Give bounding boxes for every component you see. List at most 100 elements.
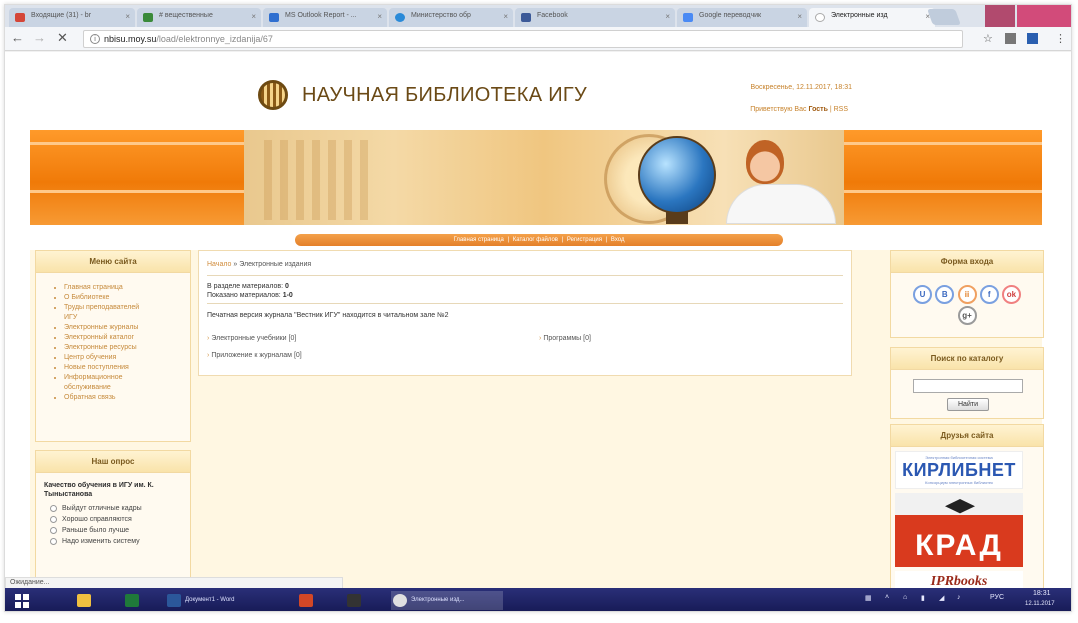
bookmark-star-icon[interactable]: ☆ <box>983 32 993 45</box>
nav-login[interactable]: Вход <box>611 237 625 243</box>
category-programs[interactable]: › Программы [0] <box>539 335 591 342</box>
tab-label: Google переводчик <box>699 12 762 19</box>
language-indicator[interactable]: РУС <box>990 594 1004 601</box>
forward-arrow-icon[interactable]: → <box>33 31 46 45</box>
menu-item-info-service-cont[interactable]: обслуживание <box>64 383 190 393</box>
clock-time[interactable]: 18:31 <box>1033 590 1051 597</box>
radio-button[interactable] <box>50 537 57 545</box>
odnoklassniki-icon[interactable]: ok <box>1001 285 1021 304</box>
menu-item-faculty-works-cont[interactable]: ИГУ <box>64 313 190 323</box>
taskbar-word[interactable]: Документ1 - Word <box>165 591 285 610</box>
mailru-icon[interactable]: ii <box>957 285 977 304</box>
greeting-prefix: Приветствую Вас <box>750 106 809 113</box>
volume-icon[interactable]: ♪ <box>957 594 961 601</box>
battery-icon[interactable]: ▮ <box>921 594 925 602</box>
browser-tab-translate[interactable]: Google переводчик × <box>677 8 807 27</box>
tab-close-icon[interactable]: × <box>797 12 802 21</box>
search-input[interactable] <box>913 379 1023 393</box>
kirlibnet-caption: Консорциум электронных библиотек <box>925 480 993 485</box>
category-label[interactable]: Приложение к журналам <box>211 352 292 359</box>
iprbooks-banner[interactable]: IPRbooks <box>895 571 1023 588</box>
menu-item-catalog[interactable]: Электронный каталог <box>64 333 190 343</box>
menu-item-learning-center[interactable]: Центр обучения <box>64 353 190 363</box>
menu-item-resources[interactable]: Электронные ресурсы <box>64 343 190 353</box>
nav-home[interactable]: Главная страница <box>454 237 504 243</box>
browser-tab-2[interactable]: # вещественные × <box>137 8 261 27</box>
keyboard-icon[interactable]: ▦ <box>865 594 872 602</box>
network-icon[interactable]: ⌂ <box>903 594 907 601</box>
poll-option-label: Надо изменить систему <box>62 538 140 545</box>
facebook-icon[interactable]: f <box>979 285 999 304</box>
back-arrow-icon[interactable]: ← <box>11 31 24 45</box>
minimize-button[interactable] <box>985 5 1015 27</box>
poll-option[interactable]: Хорошо справляются <box>36 514 190 525</box>
catalog-search-title: Поиск по каталогу <box>891 348 1043 370</box>
menu-item-info-service[interactable]: Информационное <box>64 373 190 383</box>
tab-close-icon[interactable]: × <box>251 12 256 21</box>
signal-icon[interactable]: ◢ <box>939 594 944 602</box>
nav-registration[interactable]: Регистрация <box>567 237 602 243</box>
nav-separator: | <box>561 237 564 243</box>
menu-item-faculty-works[interactable]: Труды преподавателей <box>64 303 190 313</box>
extension-icon[interactable] <box>1005 33 1016 44</box>
category-label[interactable]: Электронные учебники <box>211 335 286 342</box>
category-label[interactable]: Программы <box>543 335 581 342</box>
poll-option[interactable]: Выйдут отличные кадры <box>36 503 190 514</box>
info-icon[interactable]: i <box>90 34 100 44</box>
category-ebooks[interactable]: › Электронные учебники [0] <box>207 335 296 342</box>
catalog-search-block: Поиск по каталогу Найти <box>890 347 1044 419</box>
extension-icon[interactable] <box>1027 33 1038 44</box>
radio-button[interactable] <box>50 515 57 523</box>
poll-option[interactable]: Надо изменить систему <box>36 536 190 547</box>
clock-date[interactable]: 12.11.2017 <box>1025 601 1055 607</box>
radio-button[interactable] <box>50 526 57 534</box>
menu-item-journals[interactable]: Электронные журналы <box>64 323 190 333</box>
menu-item-home[interactable]: Главная страница <box>64 283 190 293</box>
vk-icon[interactable]: B <box>935 285 955 304</box>
google-plus-icon[interactable]: g+ <box>957 306 977 325</box>
category-count: [0] <box>583 335 591 342</box>
browser-tab-gmail[interactable]: Входящие (31) - br × <box>9 8 135 27</box>
radio-button[interactable] <box>50 504 57 512</box>
taskbar-excel[interactable] <box>123 591 149 610</box>
krad-banner[interactable]: КРАД <box>895 493 1023 567</box>
screenshot-frame: Входящие (31) - br × # вещественные × MS… <box>4 4 1072 612</box>
poll-question: Качество обучения в ИГУ им. К. Тыныстано… <box>44 482 154 498</box>
tab-close-icon[interactable]: × <box>503 12 508 21</box>
windows-start-icon[interactable] <box>15 594 29 608</box>
breadcrumb-home[interactable]: Начало <box>207 261 231 268</box>
close-window-button[interactable] <box>1017 5 1071 27</box>
tab-close-icon[interactable]: × <box>125 12 130 21</box>
rss-link[interactable]: | RSS <box>828 106 848 113</box>
taskbar-app[interactable] <box>345 591 371 610</box>
tray-chevron-icon[interactable]: ˄ <box>885 594 889 601</box>
new-tab-button[interactable] <box>927 9 961 25</box>
kirlibnet-banner[interactable]: Электронная библиотечная система КИРЛИБН… <box>895 451 1023 489</box>
menu-item-new-arrivals[interactable]: Новые поступления <box>64 363 190 373</box>
category-appendix[interactable]: › Приложение к журналам [0] <box>207 352 302 359</box>
menu-kebab-icon[interactable]: ⋮ <box>1055 32 1066 45</box>
login-form-title: Форма входа <box>891 251 1043 273</box>
powerpoint-icon <box>299 594 313 607</box>
tab-close-icon[interactable]: × <box>377 12 382 21</box>
breadcrumb: Начало » Электронные издания <box>207 261 311 268</box>
ucoz-icon[interactable]: U <box>913 285 933 304</box>
browser-tab-active[interactable]: Электронные изд × <box>809 8 935 27</box>
poll-option[interactable]: Раньше было лучше <box>36 525 190 536</box>
search-button[interactable]: Найти <box>947 398 989 411</box>
tab-close-icon[interactable]: × <box>665 12 670 21</box>
taskbar-powerpoint[interactable] <box>297 591 323 610</box>
nav-file-catalog[interactable]: Каталог файлов <box>513 237 558 243</box>
menu-item-feedback[interactable]: Обратная связь <box>64 393 190 403</box>
browser-tab-4[interactable]: Министерство обр × <box>389 8 513 27</box>
taskbar-chrome[interactable]: Электронные изд... <box>391 591 503 610</box>
browser-tab-3[interactable]: MS Outlook Report - ... × <box>263 8 387 27</box>
taskbar-explorer[interactable] <box>75 591 101 610</box>
menu-item-about[interactable]: О Библиотеке <box>64 293 190 303</box>
url-path: /load/elektronnye_izdanija/67 <box>156 34 273 44</box>
nav-separator: | <box>605 237 608 243</box>
browser-tab-facebook[interactable]: Facebook × <box>515 8 675 27</box>
stop-icon[interactable]: ✕ <box>57 31 68 45</box>
url-bar[interactable]: i nbisu.moy.su/load/elektronnye_izdanija… <box>83 30 963 48</box>
greeting-name[interactable]: Гость <box>808 106 827 113</box>
